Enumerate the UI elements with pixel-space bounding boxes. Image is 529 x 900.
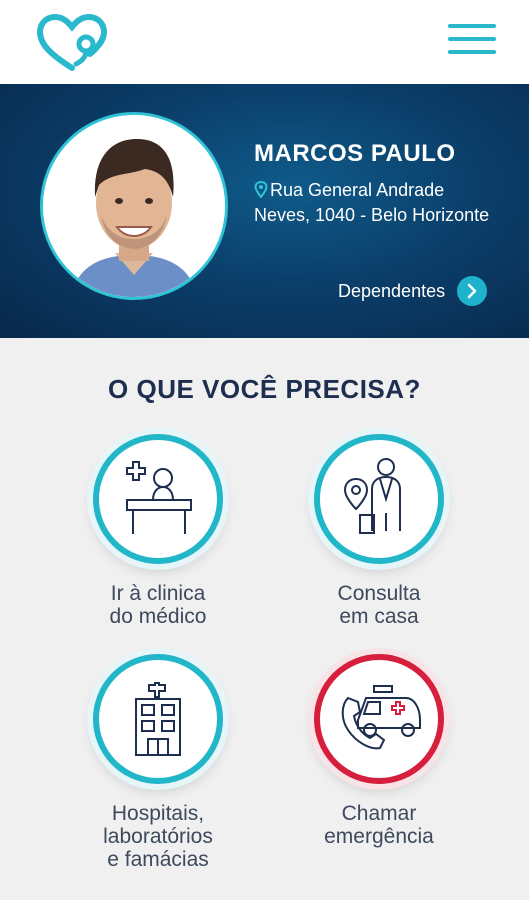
section-title: O QUE VOCÊ PRECISA?: [108, 374, 421, 404]
service-ring: [314, 434, 444, 564]
service-ring: [314, 654, 444, 784]
service-emergency-call[interactable]: Chamar emergência: [279, 654, 479, 848]
service-home-consultation[interactable]: Consulta em casa: [279, 434, 479, 628]
service-label: Ir à clinica do médico: [109, 582, 207, 628]
service-label: Hospitais, laboratórios e famácias: [103, 802, 213, 871]
doctor-house-call-icon: [343, 458, 401, 534]
top-bar: [0, 0, 529, 84]
profile-banner: MARCOS PAULO Rua General Andrade Neves, …: [0, 84, 529, 338]
user-photo-icon: [43, 115, 225, 297]
hamburger-menu-icon[interactable]: [448, 22, 498, 58]
address-text: Rua General Andrade Neves, 1040 - Belo H…: [254, 180, 490, 225]
dependents-button[interactable]: Dependentes: [338, 276, 488, 306]
dependents-label: Dependentes: [338, 280, 446, 301]
service-ring: [93, 654, 223, 784]
service-label: Chamar emergência: [324, 802, 434, 848]
heart-stethoscope-icon[interactable]: [36, 14, 108, 72]
avatar[interactable]: [40, 112, 228, 300]
service-clinic-visit[interactable]: Ir à clinica do médico: [58, 434, 258, 628]
ambulance-phone-icon: [341, 685, 421, 750]
service-label: Consulta em casa: [337, 582, 421, 628]
receptionist-desk-icon: [126, 461, 192, 534]
hospital-building-icon: [135, 682, 181, 756]
service-ring: [93, 434, 223, 564]
service-hospitals-labs[interactable]: Hospitais, laboratórios e famácias: [58, 654, 258, 871]
location-pin-icon: [254, 181, 268, 198]
chevron-right-icon[interactable]: [457, 276, 488, 306]
user-name: MARCOS PAULO: [254, 140, 456, 167]
user-address: Rua General Andrade Neves, 1040 - Belo H…: [254, 178, 504, 228]
